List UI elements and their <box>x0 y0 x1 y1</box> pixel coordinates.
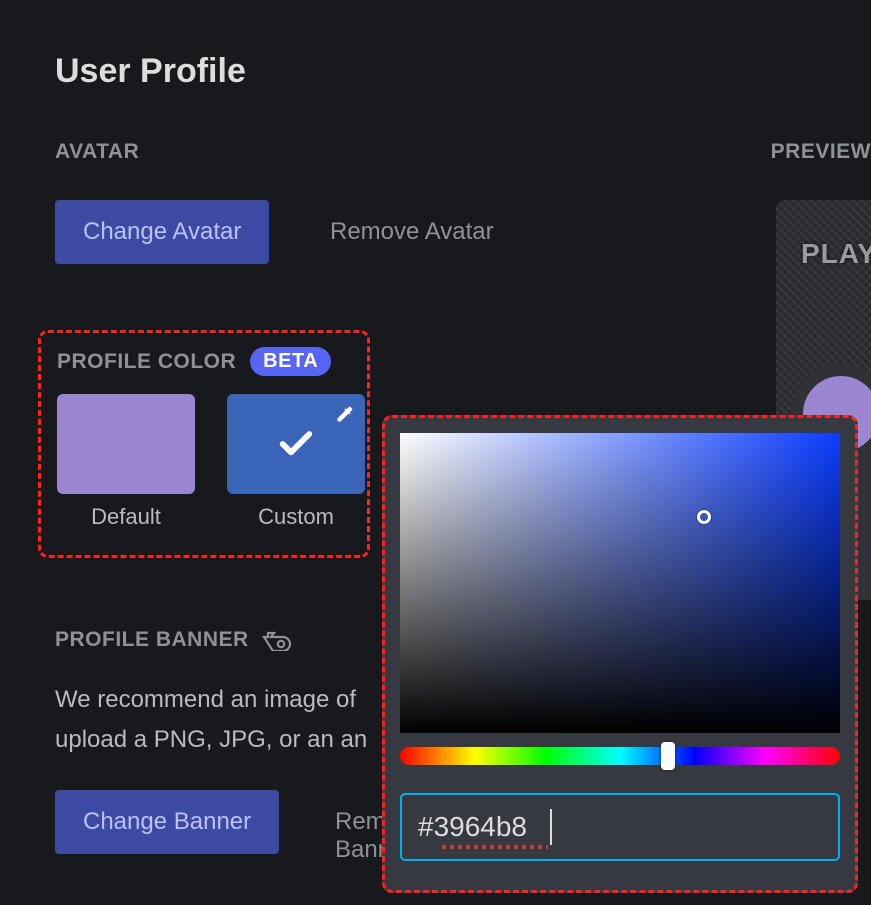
beta-badge: BETA <box>250 347 331 376</box>
banner-section-label: PROFILE BANNER <box>55 628 249 652</box>
default-swatch-label: Default <box>91 504 161 530</box>
spellcheck-underline <box>442 845 548 849</box>
color-picker-popover <box>382 415 858 893</box>
custom-color-swatch[interactable] <box>227 394 365 494</box>
avatar-section-label: AVATAR <box>55 140 139 164</box>
change-banner-button[interactable]: Change Banner <box>55 790 279 854</box>
profile-color-panel: PROFILE COLOR BETA Default Custom <box>38 330 370 558</box>
page-title: User Profile <box>55 52 246 91</box>
hue-thumb[interactable] <box>661 742 675 770</box>
remove-banner-button[interactable]: Remove Banner <box>335 808 385 864</box>
banner-desc-line2: upload a PNG, JPG, or an an <box>55 720 395 760</box>
saturation-value-panel[interactable] <box>400 433 840 733</box>
banner-section-header: PROFILE BANNER <box>55 628 291 652</box>
profile-color-default-option[interactable]: Default <box>57 394 195 530</box>
change-avatar-button[interactable]: Change Avatar <box>55 200 269 264</box>
profile-color-custom-option[interactable]: Custom <box>227 394 365 530</box>
preview-play-text: PLAY <box>801 238 871 270</box>
profile-color-section-label: PROFILE COLOR <box>57 350 236 374</box>
eyedropper-icon[interactable] <box>335 404 355 424</box>
check-icon <box>271 424 321 464</box>
text-cursor <box>550 809 552 845</box>
banner-desc-line1: We recommend an image of <box>55 680 395 720</box>
preview-section-label: PREVIEW <box>771 140 871 164</box>
nitro-icon <box>261 629 291 651</box>
banner-description: We recommend an image of upload a PNG, J… <box>55 680 395 759</box>
default-color-swatch[interactable] <box>57 394 195 494</box>
remove-avatar-button[interactable]: Remove Avatar <box>330 218 494 246</box>
hex-input[interactable] <box>400 793 840 861</box>
custom-swatch-label: Custom <box>258 504 334 530</box>
sv-cursor[interactable] <box>697 510 711 524</box>
hue-slider[interactable] <box>400 747 840 765</box>
